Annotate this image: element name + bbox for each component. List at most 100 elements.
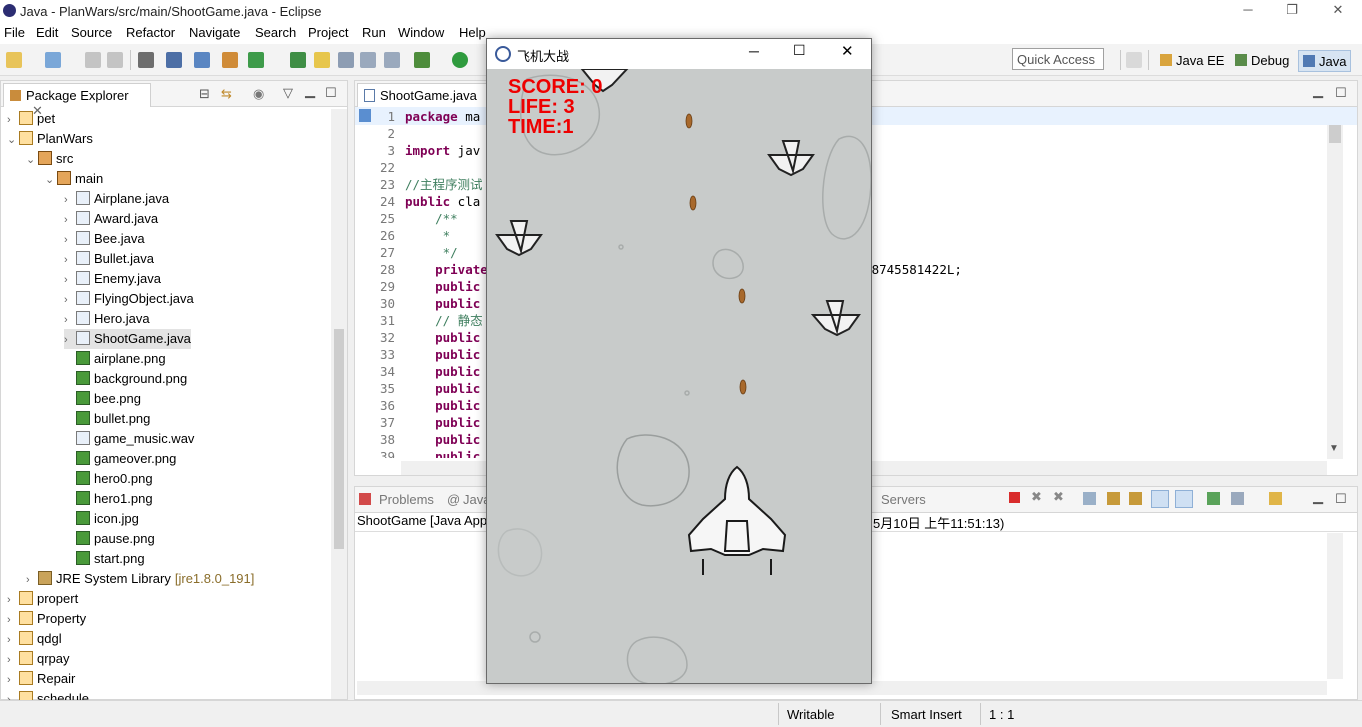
tree-item[interactable]: game_music.wav bbox=[64, 429, 194, 449]
search-ref-icon[interactable] bbox=[290, 52, 306, 68]
game-close-icon[interactable]: ✕ bbox=[841, 42, 854, 60]
tree-item[interactable]: ⌄ PlanWars bbox=[7, 129, 93, 149]
menu-edit[interactable]: Edit bbox=[36, 25, 58, 40]
menu-source[interactable]: Source bbox=[71, 25, 112, 40]
menu-project[interactable]: Project bbox=[308, 25, 348, 40]
pin-console-icon[interactable] bbox=[1207, 492, 1220, 505]
paragraph-icon[interactable] bbox=[384, 52, 400, 68]
tree-item[interactable]: › JRE System Library [jre1.8.0_191] bbox=[26, 569, 254, 589]
refresh-icon[interactable] bbox=[248, 52, 264, 68]
link-editor-icon[interactable]: ⇆ bbox=[221, 86, 232, 102]
console-icon[interactable] bbox=[166, 52, 182, 68]
tree-item[interactable]: › Property bbox=[7, 609, 86, 629]
editor-minimize-icon[interactable]: ▁ bbox=[1313, 83, 1323, 99]
close-icon[interactable]: ✕ bbox=[1328, 2, 1348, 20]
scroll-lock-icon[interactable] bbox=[1107, 492, 1120, 505]
perspective-debug[interactable]: Debug bbox=[1231, 50, 1293, 72]
game-minimize-icon[interactable]: ─ bbox=[749, 43, 759, 59]
perspective-java-ee[interactable]: Java EE bbox=[1156, 50, 1228, 72]
remove-launch-icon[interactable]: ✖ bbox=[1031, 489, 1042, 505]
tree-item[interactable]: › Airplane.java bbox=[64, 189, 169, 209]
collapsed-arrow-icon[interactable]: › bbox=[64, 310, 76, 330]
collapsed-arrow-icon[interactable]: › bbox=[7, 590, 19, 610]
tree-item[interactable]: › qdgl bbox=[7, 629, 62, 649]
tree-item[interactable]: bullet.png bbox=[64, 409, 150, 429]
scroll-down-icon[interactable]: ▼ bbox=[1329, 443, 1339, 454]
console-vscroll[interactable] bbox=[1327, 533, 1343, 679]
collapsed-arrow-icon[interactable]: › bbox=[64, 290, 76, 310]
maximize-view-icon[interactable]: ☐ bbox=[325, 85, 337, 101]
tree-item[interactable]: › Enemy.java bbox=[64, 269, 161, 289]
menu-run[interactable]: Run bbox=[362, 25, 386, 40]
menu-search[interactable]: Search bbox=[255, 25, 296, 40]
tree-item[interactable]: › Repair bbox=[7, 669, 75, 689]
tree-item[interactable]: › Bullet.java bbox=[64, 249, 154, 269]
quick-access-input[interactable]: Quick Access bbox=[1012, 48, 1104, 70]
highlight-icon[interactable] bbox=[314, 52, 330, 68]
skip-breakpoints-icon[interactable] bbox=[194, 52, 210, 68]
save-icon[interactable] bbox=[85, 52, 101, 68]
collapsed-arrow-icon[interactable]: › bbox=[64, 230, 76, 250]
show-on-output-icon[interactable] bbox=[1151, 490, 1169, 508]
package-explorer-tab[interactable]: Package Explorer ✕ bbox=[3, 83, 151, 118]
minimize-icon[interactable]: ─ bbox=[1238, 2, 1258, 20]
tab-problems[interactable]: Problems bbox=[379, 492, 434, 507]
task-icon[interactable] bbox=[338, 52, 354, 68]
open-console-icon[interactable] bbox=[1269, 492, 1282, 505]
expanded-arrow-icon[interactable]: ⌄ bbox=[45, 170, 57, 190]
collapsed-arrow-icon[interactable]: › bbox=[7, 610, 19, 630]
menu-window[interactable]: Window bbox=[398, 25, 444, 40]
display-console-icon[interactable] bbox=[1231, 492, 1244, 505]
run-icon[interactable] bbox=[452, 52, 468, 68]
tree-item[interactable]: hero1.png bbox=[64, 489, 153, 509]
tree-item[interactable]: › Hero.java bbox=[64, 309, 150, 329]
tree-item[interactable]: › ShootGame.java bbox=[64, 329, 191, 349]
new-project-icon[interactable] bbox=[45, 52, 61, 68]
collapsed-arrow-icon[interactable]: › bbox=[64, 210, 76, 230]
tree-item[interactable]: start.png bbox=[64, 549, 145, 569]
menu-navigate[interactable]: Navigate bbox=[189, 25, 240, 40]
tree-item[interactable]: ⌄ main bbox=[45, 169, 103, 189]
expanded-arrow-icon[interactable]: ⌄ bbox=[26, 150, 38, 170]
new-package-icon[interactable] bbox=[222, 52, 238, 68]
collapsed-arrow-icon[interactable]: › bbox=[64, 270, 76, 290]
show-on-error-icon[interactable] bbox=[1175, 490, 1193, 508]
tree-item[interactable]: › propert bbox=[7, 589, 78, 609]
menu-file[interactable]: File bbox=[4, 25, 25, 40]
collapsed-arrow-icon[interactable]: › bbox=[64, 190, 76, 210]
tree-item[interactable]: › FlyingObject.java bbox=[64, 289, 194, 309]
collapsed-arrow-icon[interactable]: › bbox=[7, 670, 19, 690]
expanded-arrow-icon[interactable]: ⌄ bbox=[7, 130, 19, 150]
game-maximize-icon[interactable]: ☐ bbox=[793, 42, 806, 59]
editor-tab-shootgame[interactable]: ShootGame.java bbox=[357, 83, 487, 107]
open-perspective-icon[interactable] bbox=[1126, 52, 1142, 68]
tree-item[interactable]: background.png bbox=[64, 369, 187, 389]
tree-item[interactable]: ⌄ src bbox=[26, 149, 73, 169]
collapsed-arrow-icon[interactable]: › bbox=[26, 570, 38, 590]
tree-item[interactable]: › pet bbox=[7, 109, 55, 129]
tree-scroll-thumb[interactable] bbox=[334, 329, 344, 549]
console-minimize-icon[interactable]: ▁ bbox=[1313, 489, 1323, 505]
collapsed-arrow-icon[interactable]: › bbox=[7, 650, 19, 670]
tab-servers[interactable]: Servers bbox=[881, 492, 926, 507]
console-maximize-icon[interactable]: ☐ bbox=[1335, 491, 1347, 507]
collapsed-arrow-icon[interactable]: › bbox=[7, 110, 19, 130]
collapsed-arrow-icon[interactable]: › bbox=[7, 630, 19, 650]
terminate-icon[interactable] bbox=[1009, 492, 1020, 503]
tree-scrollbar[interactable] bbox=[331, 109, 347, 699]
editor-vscroll[interactable] bbox=[1327, 125, 1343, 459]
editor-maximize-icon[interactable]: ☐ bbox=[1335, 85, 1347, 101]
perspective-java[interactable]: Java bbox=[1298, 50, 1352, 72]
binary-icon[interactable] bbox=[138, 52, 154, 68]
annotation-icon[interactable] bbox=[360, 52, 376, 68]
save-all-icon[interactable] bbox=[107, 52, 123, 68]
restore-icon[interactable]: ❐ bbox=[1282, 2, 1302, 20]
debug-icon[interactable] bbox=[414, 52, 430, 68]
tree-item[interactable]: hero0.png bbox=[64, 469, 153, 489]
tree-item[interactable]: gameover.png bbox=[64, 449, 176, 469]
menu-help[interactable]: Help bbox=[459, 25, 486, 40]
tree-item[interactable]: › qrpay bbox=[7, 649, 70, 669]
new-icon[interactable] bbox=[6, 52, 22, 68]
collapsed-arrow-icon[interactable]: › bbox=[64, 330, 76, 350]
editor-scroll-thumb[interactable] bbox=[1329, 125, 1341, 143]
